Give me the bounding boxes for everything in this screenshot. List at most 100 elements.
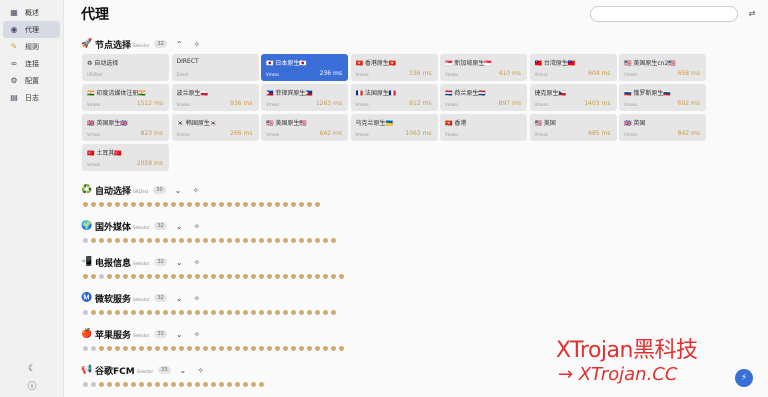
node-status-dot [243, 346, 248, 351]
node-status-dot [275, 346, 280, 351]
node-status-dot [187, 274, 192, 279]
proxy-node-card[interactable]: DIRECT Direct [171, 54, 259, 81]
info-icon[interactable]: ⓘ [0, 377, 64, 393]
node-status-dot [339, 274, 344, 279]
lightning-icon[interactable]: ✧ [194, 40, 201, 49]
sidebar-item-proxy[interactable]: ◉ 代理 [3, 21, 60, 38]
sliders-icon[interactable]: ⇄ [747, 8, 757, 18]
proxy-node-card[interactable]: 🇫🇷 法国原生🇫🇷 Vmess 812 ms [350, 84, 438, 111]
node-dots [83, 202, 320, 207]
proxy-group: Ⓜ️ 微软服务 Selector 32 ⌄ ✧ [81, 292, 336, 315]
lightning-icon[interactable]: ⚡ [735, 369, 753, 387]
node-status-dot [91, 310, 96, 315]
node-name: 🇺🇸 美国原生cn2🇺🇸 [624, 60, 676, 67]
search-input[interactable] [590, 6, 738, 22]
node-status-dot [331, 310, 336, 315]
proxy-node-card[interactable]: 🇺🇸 美国原生🇺🇸 Vmess 642 ms [261, 114, 348, 141]
lightning-icon[interactable]: ✧ [194, 294, 201, 303]
node-type: URLTest [87, 72, 103, 77]
chevron-up-icon[interactable]: ⌃ [176, 40, 183, 49]
group-name[interactable]: 自动选择 [95, 184, 131, 197]
node-status-dot [115, 346, 120, 351]
group-name[interactable]: 国外媒体 [95, 220, 131, 233]
node-status-dot [331, 274, 336, 279]
proxy-node-card[interactable]: 🇮🇳 印度流媒体注册🇮🇳 Vmess 1512 ms [82, 84, 169, 111]
group-name[interactable]: 谷歌FCM [95, 364, 135, 377]
node-name: 🇸🇬 新加坡原生🇸🇬 [445, 60, 492, 67]
node-status-dot [147, 274, 152, 279]
globe-icon: ◉ [10, 25, 18, 34]
chevron-down-icon[interactable]: ⌄ [176, 258, 183, 267]
node-name: 🇺🇸 美国 [534, 120, 556, 127]
chevron-down-icon[interactable]: ⌄ [176, 222, 183, 231]
lightning-icon[interactable]: ✧ [194, 258, 201, 267]
node-status-dot [123, 310, 128, 315]
sidebar-item-connections[interactable]: ∞ 连接 [3, 55, 60, 72]
node-status-dot [259, 346, 264, 351]
node-status-dot [307, 310, 312, 315]
node-status-dot [179, 274, 184, 279]
moon-icon[interactable]: ☾ [0, 361, 64, 377]
node-status-dot [147, 202, 152, 207]
lightning-icon[interactable]: ✧ [194, 222, 201, 231]
node-status-dot [155, 346, 160, 351]
node-delay: 658 ms [677, 70, 700, 77]
proxy-node-card[interactable]: 乌克兰原生🇺🇦 Vmess 1063 ms [350, 114, 438, 141]
group-count: 32 [154, 40, 167, 48]
proxy-node-card[interactable]: 🇬🇧 英国原生🇬🇧 Vmess 823 ms [82, 114, 169, 141]
proxy-node-card[interactable]: 🇺🇸 美国 Vmess 685 ms [529, 114, 617, 141]
group-name[interactable]: 微软服务 [95, 292, 131, 305]
node-delay: 410 ms [498, 70, 521, 77]
chevron-down-icon[interactable]: ⌄ [180, 366, 187, 375]
lightning-icon[interactable]: ✧ [194, 330, 201, 339]
megaphone-icon: 📢 [81, 365, 93, 375]
node-status-dot [171, 310, 176, 315]
sidebar-item-config[interactable]: ⚙ 配置 [3, 72, 60, 89]
proxy-node-card[interactable]: 🇯🇵 日本原生🇯🇵 Vmess 236 ms [261, 54, 348, 81]
node-status-dot [123, 238, 128, 243]
proxy-node-card[interactable]: ♻ 自动选择 URLTest [82, 54, 169, 81]
sidebar-item-logs[interactable]: ▤ 日志 [3, 89, 60, 106]
proxy-node-card[interactable]: 🇹🇷 土耳其🇹🇷 Vmess 2059 ms [82, 144, 169, 171]
chevron-down-icon[interactable]: ⌄ [176, 330, 183, 339]
lightning-icon[interactable]: ✧ [197, 366, 204, 375]
proxy-node-card[interactable]: 🇵🇭 菲律宾原生🇵🇭 Vmess 1263 ms [261, 84, 348, 111]
sidebar: ▦ 概述 ◉ 代理 ✎ 规则 ∞ 连接 ⚙ 配置 ▤ 日志 ☾ ⓘ [0, 0, 64, 397]
node-status-dot [195, 346, 200, 351]
node-status-dot [163, 310, 168, 315]
proxy-node-card[interactable]: 🇰🇷 韩国原生🇰🇷 Vmess 266 ms [171, 114, 259, 141]
node-status-dot [99, 274, 104, 279]
sidebar-item-overview[interactable]: ▦ 概述 [3, 4, 60, 21]
node-status-dot [323, 346, 328, 351]
node-type: Vmess [355, 132, 369, 137]
node-name: 🇬🇧 英国原生🇬🇧 [87, 120, 128, 127]
node-delay: 2059 ms [136, 160, 163, 167]
proxy-node-card[interactable]: 捷克原生🇨🇿 Vmess 1403 ms [529, 84, 617, 111]
proxy-node-card[interactable]: 🇺🇸 美国原生cn2🇺🇸 Vmess 658 ms [619, 54, 706, 81]
node-status-dot [219, 238, 224, 243]
proxy-node-card[interactable]: 🇬🇧 英国 Vmess 842 ms [619, 114, 706, 141]
node-status-dot [291, 310, 296, 315]
chevron-down-icon[interactable]: ⌄ [175, 186, 182, 195]
node-name: 乌克兰原生🇺🇦 [355, 120, 393, 127]
proxy-node-card[interactable]: 🇳🇱 荷兰原生🇳🇱 Vmess 897 ms [440, 84, 527, 111]
proxy-node-card[interactable]: 🇸🇬 新加坡原生🇸🇬 Vmess 410 ms [440, 54, 527, 81]
proxy-node-card[interactable]: 🇷🇺 俄罗斯原生🇷🇺 Vmess 692 ms [619, 84, 706, 111]
node-type: Vmess [266, 102, 280, 107]
node-status-dot [203, 202, 208, 207]
node-status-dot [155, 202, 160, 207]
proxy-node-card[interactable]: 波兰原生🇵🇱 Vmess 936 ms [171, 84, 259, 111]
node-delay: 1063 ms [405, 130, 432, 137]
proxy-node-card[interactable]: 🇭🇰 香港 Vmess [440, 114, 527, 141]
node-status-dot [179, 202, 184, 207]
group-name[interactable]: 电报信息 [95, 256, 131, 269]
rocket-icon: 🚀 [81, 39, 93, 49]
proxy-node-card[interactable]: 🇭🇰 香港原生🇭🇰 Vmess 236 ms [350, 54, 438, 81]
chevron-down-icon[interactable]: ⌄ [176, 294, 183, 303]
proxy-node-card[interactable]: 🇹🇼 台湾原生🇹🇼 Vmess 604 ms [529, 54, 617, 81]
group-name[interactable]: 苹果服务 [95, 328, 131, 341]
group-name[interactable]: 节点选择 [95, 38, 131, 51]
node-name: 🇮🇳 印度流媒体注册🇮🇳 [87, 90, 146, 97]
lightning-icon[interactable]: ✧ [192, 186, 199, 195]
sidebar-item-rules[interactable]: ✎ 规则 [3, 38, 60, 55]
